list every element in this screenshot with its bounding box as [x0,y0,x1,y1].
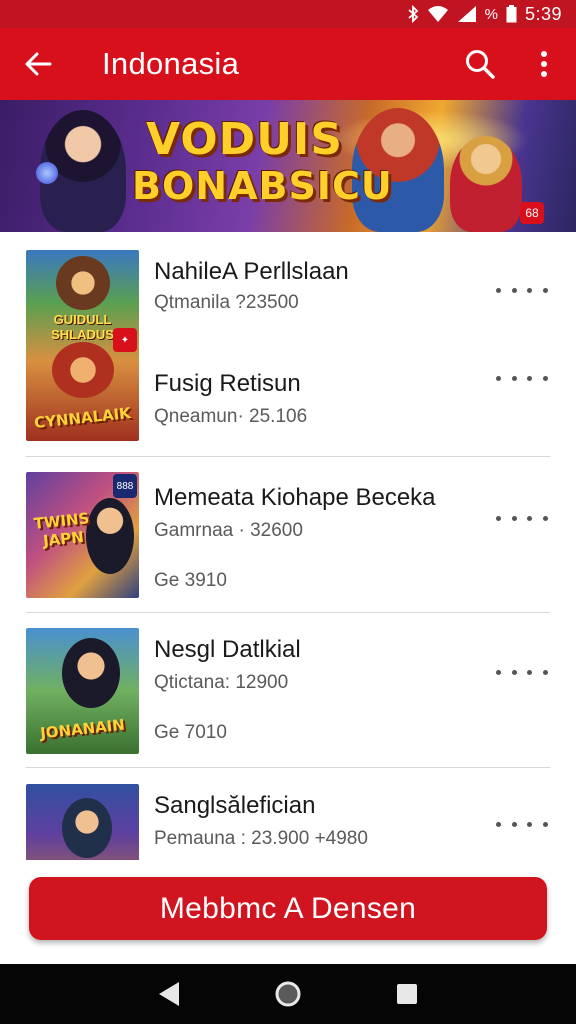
thumb-character [62,798,112,858]
thumb-character [56,256,110,310]
banner-character-small [450,136,522,232]
item-more-button[interactable] [496,814,548,834]
item-more-button[interactable] [496,280,548,300]
app-bar: Indonasia [0,28,576,100]
nav-back-icon [159,982,180,1006]
game-thumbnail[interactable]: GUIDULL SHLADUS ✦ CYNNALAIK [26,250,139,441]
nav-recents-icon [396,984,417,1004]
item-subtitle: Gamrnaa · 32600 [154,520,303,541]
battery-label: % [484,5,498,23]
item-subtitle: Pemauna : 23.900 +4980 [154,828,368,849]
back-button[interactable] [0,28,76,100]
nav-back-button[interactable] [139,964,199,1024]
item-title[interactable]: Nesgl Datlkial [154,636,301,664]
item-more-button[interactable] [496,508,548,528]
item-subtitle: Qneamun· 25.106 [154,406,308,427]
search-button[interactable] [448,28,512,100]
banner-orb-icon [36,162,58,184]
system-nav-bar [0,964,576,1024]
banner-badge: 68 [520,202,544,224]
item-title[interactable]: NahileA Perllslaan [154,258,349,286]
promo-banner[interactable]: VODUIS BONABSICU 68 [0,100,576,232]
item-subtitle: Qtmanila ?23500 [154,292,299,313]
game-thumbnail[interactable]: JONANAIN [26,628,139,754]
thumb-badge: 888 [113,474,137,498]
item-subtitle: Qtictana: 12900 [154,672,289,693]
game-thumbnail[interactable] [26,784,139,860]
thumb-character [62,638,120,708]
list-divider [26,767,550,768]
item-extra: Ge 3910 [154,570,227,591]
thumb-caption: TWINS JAPN [32,509,91,551]
nav-home-button[interactable] [258,964,318,1024]
bluetooth-icon [407,5,419,23]
overflow-menu-button[interactable] [512,28,576,100]
item-title[interactable]: Fusig Retisun [154,370,301,398]
item-title[interactable]: Sanglsălefician [154,792,315,820]
game-thumbnail[interactable]: 888 TWINS JAPN [26,472,139,598]
more-vert-icon [541,51,547,77]
thumb-badge: ✦ [113,328,137,352]
list-divider [26,456,550,457]
arrow-left-icon [25,52,52,76]
thumb-caption: CYNNALAIK [33,403,132,433]
nav-home-icon [275,981,301,1007]
game-list: GUIDULL SHLADUS ✦ CYNNALAIK NahileA Perl… [0,232,576,860]
status-bar: % 5:39 [0,0,576,28]
page-title: Indonasia [102,46,240,81]
thumb-caption: JONANAIN [39,715,126,743]
list-divider [26,612,550,613]
nav-recents-button[interactable] [377,964,437,1024]
item-more-button[interactable] [496,368,548,388]
search-icon [466,50,495,79]
item-title[interactable]: Memeata Kiohape Beceka [154,484,436,512]
wifi-icon [427,5,449,23]
item-extra: Ge 7010 [154,722,227,743]
banner-title-line1: VODUIS [146,114,343,165]
signal-icon [457,5,477,23]
item-more-button[interactable] [496,662,548,682]
battery-icon [506,5,517,23]
banner-title-line2: BONABSICU [132,164,393,208]
thumb-character [52,342,114,398]
primary-action-button[interactable]: Mebbmc A Densen [29,877,547,940]
status-time: 5:39 [524,3,562,24]
